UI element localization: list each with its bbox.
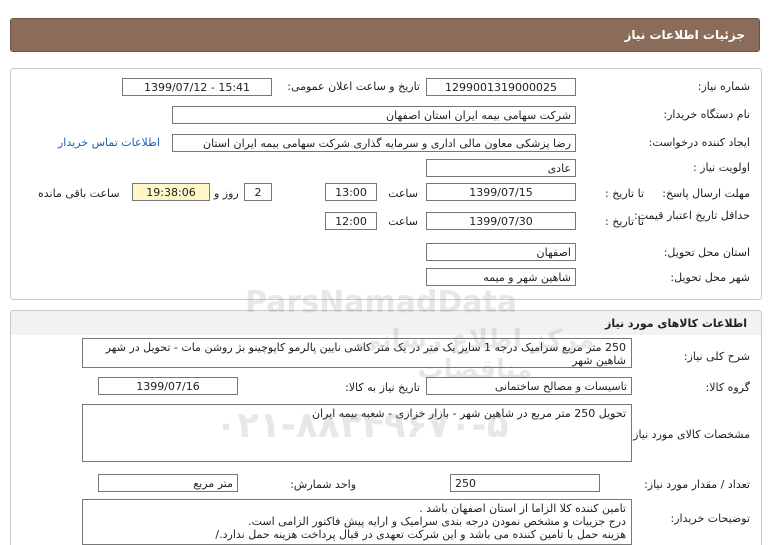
summary-field: 250 متر مربع سرامیک درجه 1 سایز یک متر د… <box>82 338 632 368</box>
specs-field: تحویل 250 متر مربع در شاهین شهر - بازار … <box>82 404 632 462</box>
validity-time-label: ساعت <box>388 215 418 228</box>
price-validity-label: حداقل تاریخ اعتبار قیمت: <box>634 209 750 222</box>
delivery-province-label: استان محل تحویل: <box>663 246 750 259</box>
delivery-city-field: شاهین شهر و میمه <box>426 268 576 286</box>
requester-field: رضا پزشکی معاون مالی اداری و سرمایه گذار… <box>172 134 576 152</box>
delivery-province-field: اصفهان <box>426 243 576 261</box>
days-label: روز و <box>214 187 239 200</box>
days-remaining-field: 2 <box>244 183 272 201</box>
need-number-field: 1299001319000025 <box>426 78 576 96</box>
reply-to-date-label: تا تاریخ : <box>605 187 644 200</box>
buyer-notes-field: تامین کننده کلا الزاما از استان اصفهان ب… <box>82 499 632 545</box>
reply-time-label: ساعت <box>388 187 418 200</box>
reply-date-field: 1399/07/15 <box>426 183 576 201</box>
buyer-contact-link[interactable]: اطلاعات تماس خریدار <box>58 136 160 149</box>
need-date-label: تاریخ نیاز به کالا: <box>345 381 420 394</box>
need-info-panel <box>10 68 762 300</box>
goods-section-header: اطلاعات کالاهای مورد نیاز <box>10 310 762 336</box>
announce-date-field: 1399/07/12 - 15:41 <box>122 78 272 96</box>
validity-to-date-label: تا تاریخ : <box>605 215 644 228</box>
need-date-field: 1399/07/16 <box>98 377 238 395</box>
goods-group-label: گروه کالا: <box>705 381 750 394</box>
remaining-time-field: 19:38:06 <box>132 183 210 201</box>
priority-label: اولویت نیاز : <box>692 161 750 174</box>
requester-label: ایجاد کننده درخواست: <box>648 136 750 149</box>
reply-time-field: 13:00 <box>325 183 377 201</box>
buyer-notes-label: توضیحات خریدار: <box>670 512 751 525</box>
page-title: جزئیات اطلاعات نیاز <box>624 28 745 42</box>
remaining-label: ساعت باقی مانده <box>38 187 120 200</box>
validity-time-field: 12:00 <box>325 212 377 230</box>
announce-date-label: تاریخ و ساعت اعلان عمومی: <box>287 80 420 93</box>
quantity-field: 250 <box>450 474 600 492</box>
buyer-note-line: تامین کننده کلا الزاما از استان اصفهان ب… <box>419 502 626 515</box>
buyer-org-label: نام دستگاه خریدار: <box>663 108 750 121</box>
validity-date-field: 1399/07/30 <box>426 212 576 230</box>
buyer-note-line: درج جزییات و مشخص نمودن درجه بندی سرامیک… <box>248 515 626 528</box>
need-number-label: شماره نیاز: <box>697 80 750 93</box>
page-header: جزئیات اطلاعات نیاز <box>10 18 760 52</box>
buyer-org-field: شرکت سهامی بیمه ایران استان اصفهان <box>172 106 576 124</box>
specs-label: مشخصات کالای مورد نیاز: <box>629 428 750 441</box>
summary-label: شرح کلی نیاز: <box>683 350 750 363</box>
delivery-city-label: شهر محل تحویل: <box>670 271 750 284</box>
priority-field: عادی <box>426 159 576 177</box>
reply-deadline-label: مهلت ارسال پاسخ: <box>662 187 750 200</box>
unit-label: واحد شمارش: <box>290 478 356 491</box>
buyer-note-line: هزینه حمل با تامین کننده می باشد و این ش… <box>215 528 626 541</box>
quantity-label: تعداد / مقدار مورد نیاز: <box>644 478 750 491</box>
unit-field: متر مربع <box>98 474 238 492</box>
goods-group-field: تاسیسات و مصالح ساختمانی <box>426 377 632 395</box>
goods-section-title: اطلاعات کالاهای مورد نیاز <box>605 317 747 330</box>
